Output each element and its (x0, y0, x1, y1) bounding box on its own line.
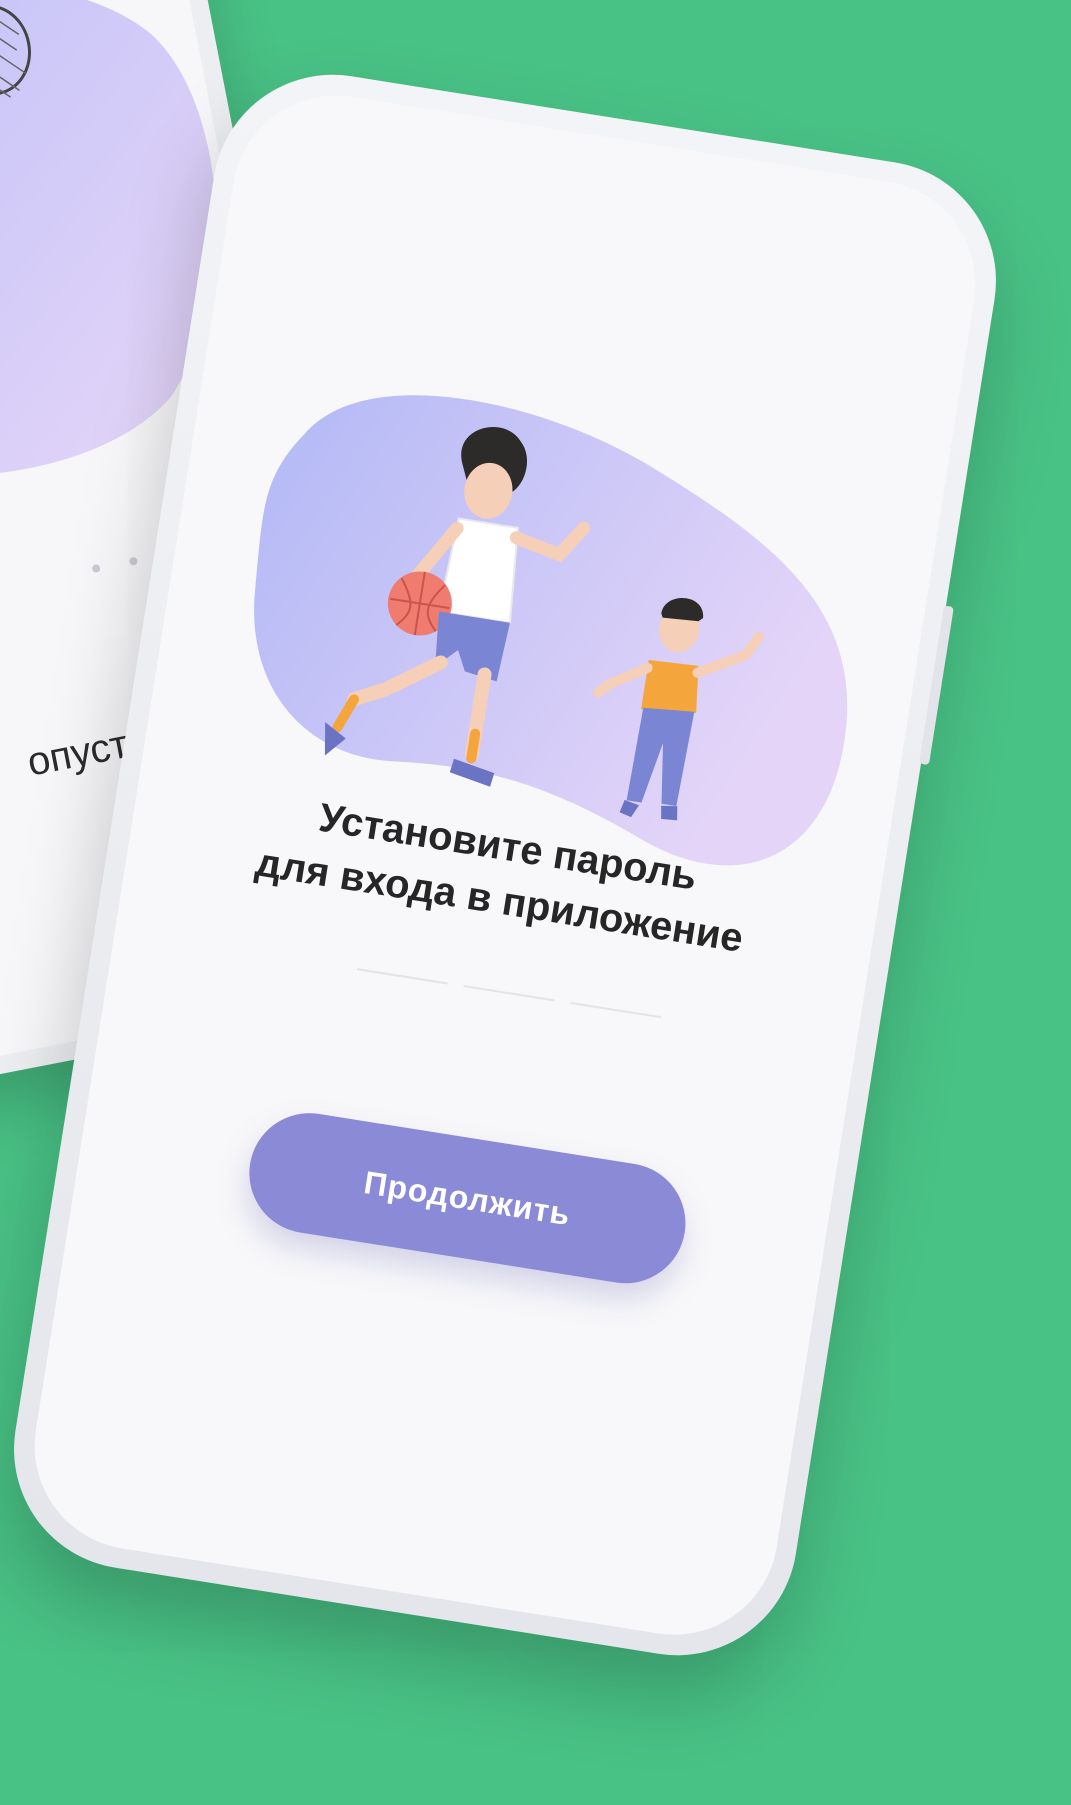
pagination-dot (91, 563, 101, 574)
pin-digit-field[interactable] (463, 985, 555, 1002)
pin-digit-field[interactable] (570, 1001, 662, 1019)
marketing-scene: опустить Установите пароль для входа в п… (0, 0, 1071, 1805)
pagination-dot (128, 556, 139, 566)
pin-code-input[interactable] (356, 968, 662, 1019)
pin-digit-field[interactable] (356, 968, 448, 985)
continue-button[interactable]: Продолжить (240, 1104, 695, 1292)
